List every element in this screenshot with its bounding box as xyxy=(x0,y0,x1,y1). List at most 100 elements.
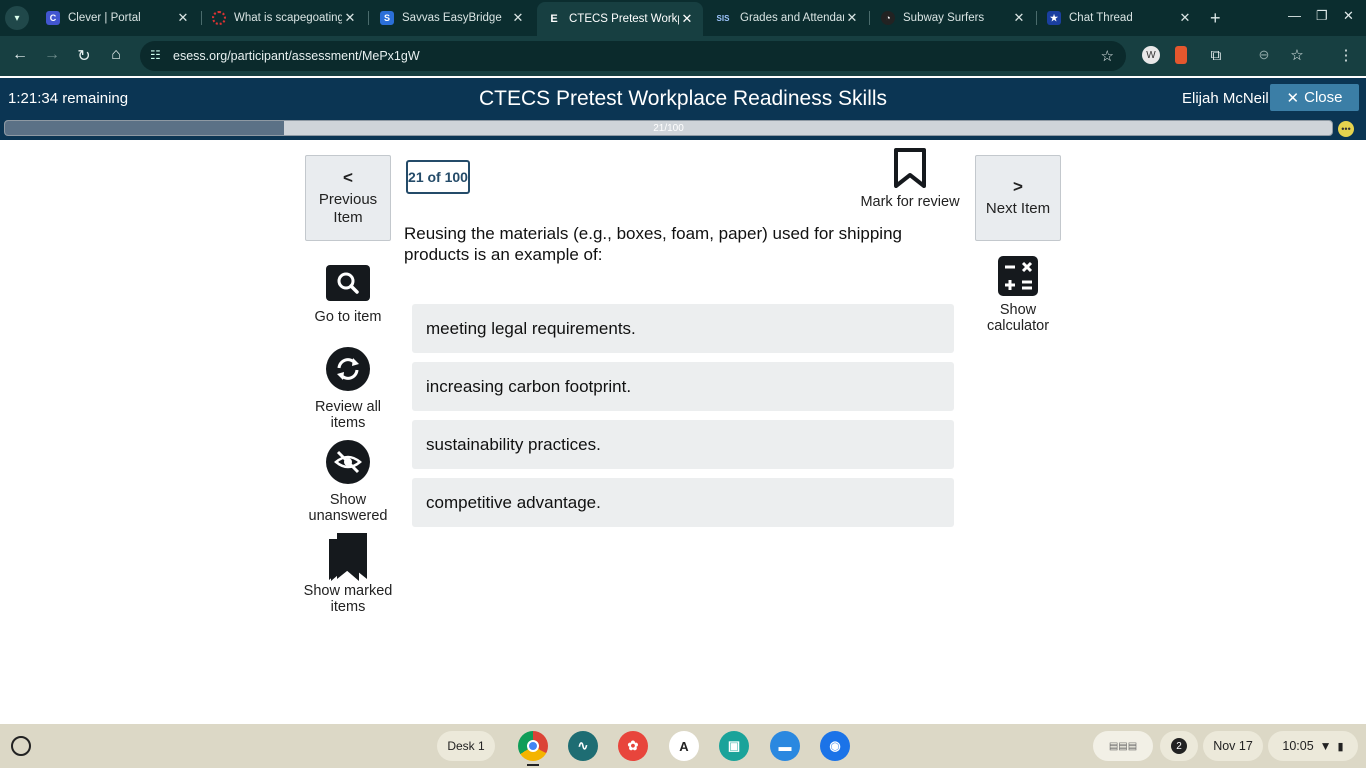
answer-option[interactable]: meeting legal requirements. xyxy=(412,304,954,353)
tab-chat-thread[interactable]: ★ Chat Thread ✕ xyxy=(1037,0,1201,36)
forward-arrow-icon[interactable]: → xyxy=(42,46,62,64)
show-calculator-label: Show calculator xyxy=(986,302,1050,334)
holding-space-thumbnails[interactable]: ▤▤▤ xyxy=(1093,731,1153,761)
answer-label: sustainability practices. xyxy=(426,434,601,454)
date-tray[interactable]: Nov 17 xyxy=(1203,731,1263,761)
show-marked-items-button[interactable]: Show marked items xyxy=(298,531,398,615)
answer-option[interactable]: sustainability practices. xyxy=(412,420,954,469)
notification-count: 2 xyxy=(1171,738,1187,754)
sync-icon xyxy=(298,347,398,391)
close-button[interactable]: ✕ Close xyxy=(1270,84,1359,111)
palette-icon[interactable]: ✿ xyxy=(618,731,648,761)
loading-spinner-icon xyxy=(212,11,226,25)
close-tab-icon[interactable]: ✕ xyxy=(342,10,358,26)
chrome-icon[interactable] xyxy=(518,731,548,761)
go-to-item-button[interactable]: Go to item xyxy=(298,265,398,325)
answer-option[interactable]: increasing carbon footprint. xyxy=(412,362,954,411)
adobe-express-icon[interactable]: A xyxy=(669,731,699,761)
mark-for-review-label: Mark for review xyxy=(860,194,960,210)
hide-icon xyxy=(298,440,398,484)
close-tab-icon[interactable]: ✕ xyxy=(1177,10,1193,26)
item-counter: 21 of 100 xyxy=(406,160,470,194)
tab-subway-surfers[interactable]: ◔ Subway Surfers ✕ xyxy=(871,0,1035,36)
show-calculator-button[interactable]: Show calculator xyxy=(968,256,1068,334)
clock-time: 10:05 xyxy=(1282,739,1314,753)
question-text: Reusing the materials (e.g., boxes, foam… xyxy=(404,224,902,264)
os-shelf: Desk 1 ∿ ✿ A ▣ ▬ ◉ ▤▤▤ 2 Nov 17 10:05 ▼ … xyxy=(0,724,1366,768)
calculator-icon xyxy=(968,256,1068,296)
tab-title: CTECS Pretest Workp xyxy=(569,13,679,25)
close-tab-icon[interactable]: ✕ xyxy=(844,10,860,26)
tab-title: Savvas EasyBridge xyxy=(402,12,502,24)
notification-tray[interactable]: 2 xyxy=(1160,731,1198,761)
previous-item-label: Previous Item xyxy=(318,191,378,226)
more-options-icon[interactable]: ••• xyxy=(1338,121,1354,137)
camera-icon[interactable]: ◉ xyxy=(820,731,850,761)
chevron-right-icon: > xyxy=(1013,177,1023,196)
wifi-icon: ▼ xyxy=(1319,739,1332,753)
bookmark-icon xyxy=(856,148,964,188)
show-unanswered-button[interactable]: Show unanswered xyxy=(298,440,398,524)
favorites-icon[interactable]: ☆ xyxy=(1288,46,1306,64)
mark-for-review-button[interactable]: Mark for review xyxy=(856,148,964,210)
show-marked-label: Show marked items xyxy=(303,583,393,615)
sis-icon: SIS xyxy=(716,13,730,23)
browser-tabstrip: ▾ C Clever | Portal ✕ What is scapegoati… xyxy=(0,0,1366,36)
tab-scapegoating[interactable]: What is scapegoating ✕ xyxy=(202,0,366,36)
site-info-icon[interactable]: ☷ xyxy=(150,48,161,62)
extension-w-icon[interactable]: W xyxy=(1142,46,1160,64)
close-window-icon[interactable]: ✕ xyxy=(1343,8,1354,24)
close-tab-icon[interactable]: ✕ xyxy=(510,10,526,26)
tab-clever-portal[interactable]: C Clever | Portal ✕ xyxy=(36,0,199,36)
launcher-icon[interactable] xyxy=(11,736,31,756)
progress-label: 21/100 xyxy=(653,123,684,134)
bookmark-star-icon[interactable]: ☆ xyxy=(1101,47,1114,65)
search-icon xyxy=(298,265,398,301)
close-tab-icon[interactable]: ✕ xyxy=(1011,10,1027,26)
browser-toolbar: ← → ↻ ⌂ ☷ esess.org/participant/assessme… xyxy=(0,36,1366,76)
tab-divider xyxy=(869,11,870,25)
close-tab-icon[interactable]: ✕ xyxy=(679,11,695,27)
answer-option[interactable]: competitive advantage. xyxy=(412,478,954,527)
minimize-icon[interactable]: — xyxy=(1288,8,1301,23)
tab-savvas-easybridge[interactable]: S Savvas EasyBridge ✕ xyxy=(370,0,534,36)
previous-item-button[interactable]: < Previous Item xyxy=(305,155,391,241)
show-unanswered-label: Show unanswered xyxy=(308,492,388,524)
files-icon[interactable]: ▬ xyxy=(770,731,800,761)
next-item-button[interactable]: > Next Item xyxy=(975,155,1061,241)
browser-menu-icon[interactable]: ⋮ xyxy=(1337,46,1355,64)
clever-icon: C xyxy=(46,11,60,25)
tab-title: What is scapegoating xyxy=(234,12,342,24)
tab-divider xyxy=(368,11,369,25)
close-tab-icon[interactable]: ✕ xyxy=(175,10,191,26)
back-arrow-icon[interactable]: ← xyxy=(10,46,30,64)
battery-icon: ▮ xyxy=(1337,740,1344,753)
savvas-icon: S xyxy=(380,11,394,25)
new-tab-plus-icon[interactable]: + xyxy=(1210,8,1221,29)
tab-search-button[interactable]: ▾ xyxy=(5,6,29,30)
chevron-left-icon: < xyxy=(343,168,353,187)
close-label: Close xyxy=(1304,89,1343,106)
address-bar[interactable]: ☷ esess.org/participant/assessment/MePx1… xyxy=(140,41,1126,71)
tab-ctecs-pretest[interactable]: E CTECS Pretest Workp ✕ xyxy=(537,2,703,36)
desk-button[interactable]: Desk 1 xyxy=(437,731,495,761)
extensions-puzzle-icon[interactable]: ⧉ xyxy=(1207,46,1225,64)
review-all-items-button[interactable]: Review all items xyxy=(298,347,398,431)
progress-strip: 21/100 ••• xyxy=(0,119,1366,140)
incognito-icon[interactable]: ⊖ xyxy=(1255,46,1273,64)
tab-grades-attendance[interactable]: SIS Grades and Attendan ✕ xyxy=(704,0,868,36)
go-to-item-label: Go to item xyxy=(314,309,382,325)
wave-app-icon[interactable]: ∿ xyxy=(568,731,598,761)
user-name: Elijah McNeil xyxy=(1182,90,1269,107)
home-icon[interactable]: ⌂ xyxy=(106,46,126,64)
active-app-indicator xyxy=(527,764,539,766)
reload-icon[interactable]: ↻ xyxy=(74,46,94,66)
tab-title: Subway Surfers xyxy=(903,12,985,24)
answer-label: meeting legal requirements. xyxy=(426,318,636,338)
tab-title: Clever | Portal xyxy=(68,12,141,24)
classroom-icon[interactable]: ▣ xyxy=(719,731,749,761)
restore-window-icon[interactable]: ❐ xyxy=(1316,8,1328,24)
status-tray[interactable]: 10:05 ▼ ▮ xyxy=(1268,731,1358,761)
extension-orange-icon[interactable] xyxy=(1175,46,1187,64)
tab-title: Chat Thread xyxy=(1069,12,1133,24)
